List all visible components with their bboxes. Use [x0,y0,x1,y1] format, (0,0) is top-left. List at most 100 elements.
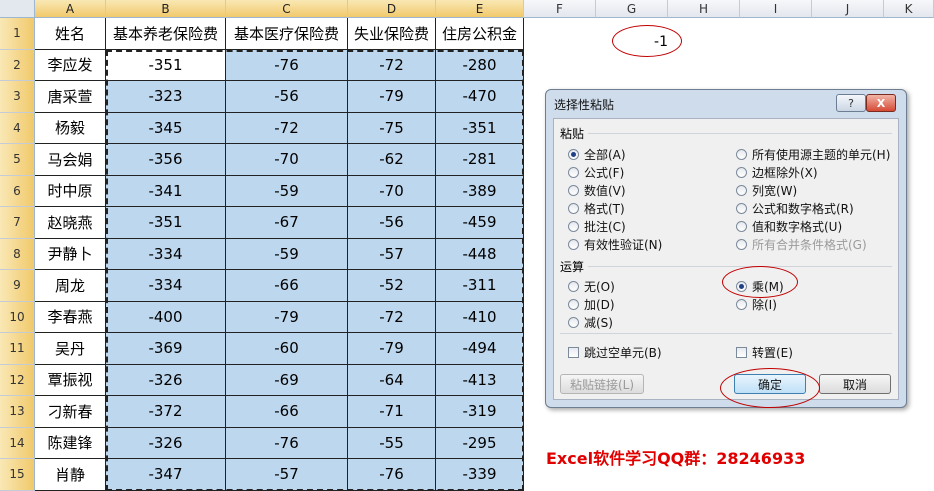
row-header-12[interactable]: 12 [0,364,35,396]
paste-option[interactable]: 公式(F) [568,164,624,181]
value-cell[interactable]: -70 [226,144,348,176]
name-cell[interactable]: 李春燕 [35,301,106,333]
value-cell[interactable]: -351 [436,112,524,144]
name-cell[interactable]: 陈建锋 [35,427,106,459]
value-cell[interactable]: -64 [348,364,436,396]
value-cell[interactable]: -66 [226,396,348,428]
operation-option[interactable]: 无(O) [568,278,615,295]
value-cell[interactable]: -57 [348,238,436,270]
value-cell[interactable]: -71 [348,396,436,428]
value-cell[interactable]: -280 [436,49,524,81]
radio-button-icon[interactable] [568,281,579,292]
paste-option[interactable]: 有效性验证(N) [568,236,662,253]
ok-button[interactable]: 确定 [734,374,806,394]
transpose-checkbox[interactable]: 转置(E) [736,344,793,361]
row-header-6[interactable]: 6 [0,175,35,207]
value-cell[interactable]: -79 [226,301,348,333]
value-cell[interactable]: -410 [436,301,524,333]
operation-option[interactable]: 除(I) [736,296,777,313]
name-cell[interactable]: 吴丹 [35,333,106,365]
value-cell[interactable]: -55 [348,427,436,459]
row-header-4[interactable]: 4 [0,112,35,144]
name-cell[interactable]: 时中原 [35,175,106,207]
value-cell[interactable]: -345 [106,112,226,144]
radio-button-icon[interactable] [568,299,579,310]
value-cell[interactable]: -341 [106,175,226,207]
header-cell[interactable]: 失业保险费 [348,18,436,50]
value-cell[interactable]: -369 [106,333,226,365]
radio-button-icon[interactable] [568,317,579,328]
name-cell[interactable]: 唐采萱 [35,81,106,113]
value-cell[interactable]: -56 [348,207,436,239]
operation-option[interactable]: 减(S) [568,314,613,331]
column-header-i[interactable]: I [740,0,812,18]
radio-button-icon[interactable] [736,185,747,196]
radio-button-icon[interactable] [568,167,579,178]
close-button[interactable]: X [866,94,896,112]
radio-button-icon[interactable] [736,281,747,292]
row-header-14[interactable]: 14 [0,427,35,459]
row-header-1[interactable]: 1 [0,18,35,50]
name-cell[interactable]: 杨毅 [35,112,106,144]
column-header-b[interactable]: B [106,0,226,18]
value-cell[interactable]: -339 [436,459,524,491]
value-cell[interactable]: -76 [226,427,348,459]
value-cell[interactable]: -459 [436,207,524,239]
value-cell[interactable]: -347 [106,459,226,491]
value-cell[interactable]: -72 [348,49,436,81]
value-cell[interactable]: -470 [436,81,524,113]
value-cell[interactable]: -79 [348,81,436,113]
row-header-13[interactable]: 13 [0,396,35,428]
value-cell[interactable]: -326 [106,427,226,459]
value-cell[interactable]: -66 [226,270,348,302]
column-header-e[interactable]: E [436,0,524,18]
value-cell[interactable]: -59 [226,175,348,207]
paste-link-button[interactable]: 粘贴链接(L) [560,374,644,394]
value-cell[interactable]: -351 [106,49,226,81]
name-cell[interactable]: 尹静卜 [35,238,106,270]
radio-button-icon[interactable] [736,203,747,214]
value-cell[interactable]: -60 [226,333,348,365]
radio-button-icon[interactable] [736,221,747,232]
value-cell[interactable]: -351 [106,207,226,239]
value-cell[interactable]: -448 [436,238,524,270]
value-cell[interactable]: -295 [436,427,524,459]
column-header-a[interactable]: A [35,0,106,18]
paste-option[interactable]: 格式(T) [568,200,625,217]
name-cell[interactable]: 赵晓燕 [35,207,106,239]
value-cell[interactable]: -281 [436,144,524,176]
value-cell[interactable]: -72 [226,112,348,144]
radio-button-icon[interactable] [568,185,579,196]
name-cell[interactable]: 马会娟 [35,144,106,176]
column-header-h[interactable]: H [668,0,740,18]
value-cell[interactable]: -389 [436,175,524,207]
name-cell[interactable]: 刁新春 [35,396,106,428]
value-cell[interactable]: -67 [226,207,348,239]
column-header-c[interactable]: C [226,0,348,18]
row-header-7[interactable]: 7 [0,207,35,239]
cancel-button[interactable]: 取消 [819,374,891,394]
value-cell[interactable]: -70 [348,175,436,207]
radio-button-icon[interactable] [736,299,747,310]
paste-option[interactable]: 公式和数字格式(R) [736,200,854,217]
value-cell[interactable]: -69 [226,364,348,396]
header-cell[interactable]: 姓名 [35,18,106,50]
paste-option[interactable]: 列宽(W) [736,182,797,199]
name-cell[interactable]: 李应发 [35,49,106,81]
row-header-2[interactable]: 2 [0,49,35,81]
radio-button-icon[interactable] [568,239,579,250]
value-cell[interactable]: -72 [348,301,436,333]
g1-value-cell[interactable]: -1 [640,34,668,50]
header-cell[interactable]: 基本养老保险费 [106,18,226,50]
value-cell[interactable]: -319 [436,396,524,428]
operation-option[interactable]: 加(D) [568,296,615,313]
value-cell[interactable]: -400 [106,301,226,333]
value-cell[interactable]: -334 [106,270,226,302]
radio-button-icon[interactable] [736,239,747,250]
value-cell[interactable]: -62 [348,144,436,176]
skip-blanks-checkbox[interactable]: 跳过空单元(B) [568,344,662,361]
checkbox-icon[interactable] [736,347,747,358]
row-header-3[interactable]: 3 [0,81,35,113]
name-cell[interactable]: 覃振视 [35,364,106,396]
paste-option[interactable]: 全部(A) [568,146,626,163]
